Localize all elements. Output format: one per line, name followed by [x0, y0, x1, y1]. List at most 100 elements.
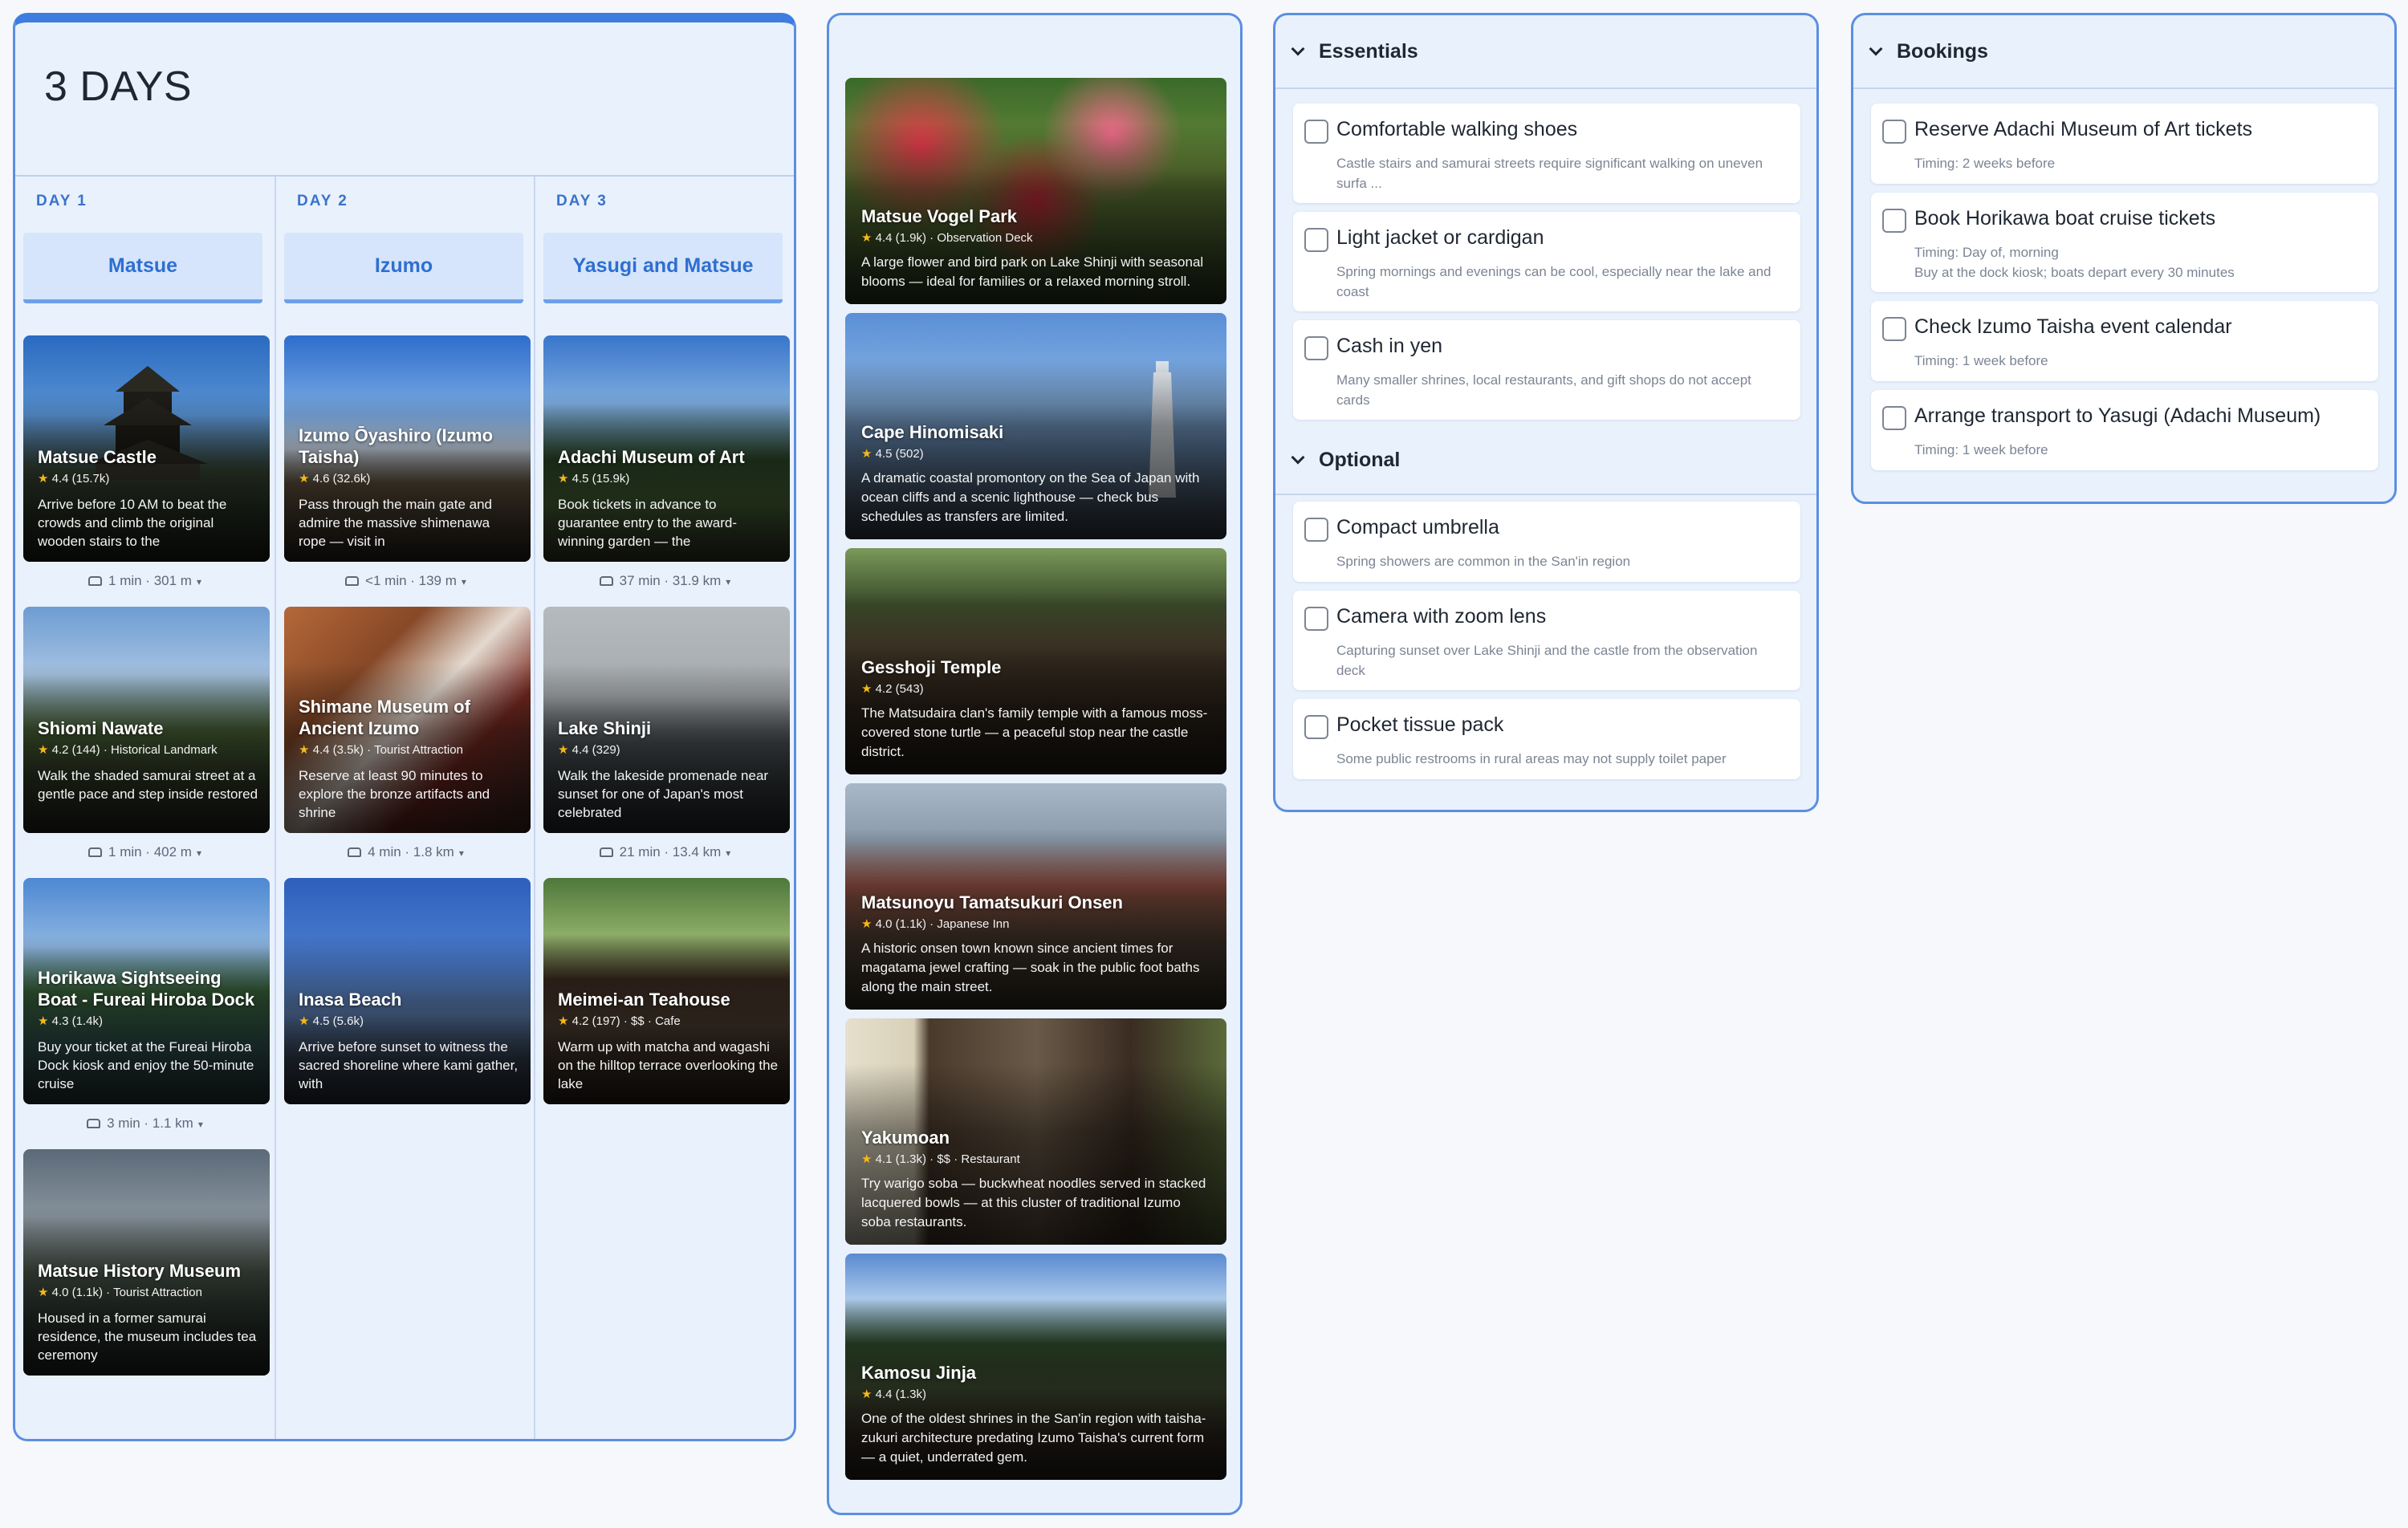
- star-icon: ★: [861, 1152, 872, 1166]
- place-card[interactable]: Shiomi Nawate ★ 4.2 (144) · Historical L…: [23, 607, 270, 833]
- item-note: Timing: 1 week before: [1914, 353, 2048, 368]
- place-info: Horikawa Sightseeing Boat - Fureai Hirob…: [38, 967, 258, 1093]
- place-meta: ★ 4.1 (1.3k) · $$ · Restaurant: [861, 1152, 1020, 1166]
- place-meta: ★ 4.2 (144) · Historical Landmark: [38, 743, 218, 757]
- day-column-1: DAY 1 Matsue Matsue Castle ★ 4.4 (15.7k)…: [15, 177, 275, 1439]
- checkbox[interactable]: [1304, 518, 1328, 542]
- place-meta: ★ 4.4 (1.9k) · Observation Deck: [861, 231, 1033, 245]
- star-icon: ★: [38, 743, 49, 757]
- place-card[interactable]: Inasa Beach ★ 4.5 (5.6k) Arrive before s…: [284, 878, 531, 1104]
- checkbox[interactable]: [1304, 607, 1328, 631]
- checklist-item: Comfortable walking shoes Castle stairs …: [1293, 104, 1800, 203]
- explore-card[interactable]: Matsunoyu Tamatsukuri Onsen ★ 4.0 (1.1k)…: [845, 783, 1226, 1010]
- place-meta: ★ 4.3 (1.4k): [38, 1014, 103, 1028]
- place-desc: A dramatic coastal promontory on the Sea…: [861, 470, 1200, 524]
- place-name: Shiomi Nawate: [38, 718, 164, 738]
- place-name: Gesshoji Temple: [861, 657, 1002, 677]
- place-info: Kamosu Jinja ★ 4.4 (1.3k) One of the old…: [861, 1363, 1212, 1467]
- place-name: Matsue History Museum: [38, 1261, 242, 1281]
- checklist-item: Pocket tissue pack Some public restrooms…: [1293, 699, 1800, 779]
- place-info: Inasa Beach ★ 4.5 (5.6k) Arrive before s…: [299, 989, 519, 1093]
- place-card[interactable]: Shimane Museum of Ancient Izumo ★ 4.4 (3…: [284, 607, 531, 833]
- place-desc: Reserve at least 90 minutes to explore t…: [299, 768, 490, 820]
- car-icon: [599, 576, 613, 586]
- place-card[interactable]: Matsue Castle ★ 4.4 (15.7k) Arrive befor…: [23, 335, 270, 562]
- explore-card[interactable]: Yakumoan ★ 4.1 (1.3k) · $$ · Restaurant …: [845, 1018, 1226, 1245]
- item-title: Check Izumo Taisha event calendar: [1914, 315, 2232, 338]
- checkbox[interactable]: [1882, 209, 1906, 233]
- section-header-optional[interactable]: Optional: [1275, 426, 1816, 495]
- place-meta: ★ 4.4 (329): [558, 743, 620, 757]
- place-card[interactable]: Matsue History Museum ★ 4.0 (1.1k) · Tou…: [23, 1149, 270, 1376]
- city-tab-matsue[interactable]: Matsue: [23, 233, 262, 303]
- checklist-item: Camera with zoom lens Capturing sunset o…: [1293, 591, 1800, 690]
- checklist-item: Light jacket or cardigan Spring mornings…: [1293, 212, 1800, 311]
- place-info: Shimane Museum of Ancient Izumo ★ 4.4 (3…: [299, 696, 519, 822]
- place-card[interactable]: Adachi Museum of Art ★ 4.5 (15.9k) Book …: [543, 335, 790, 562]
- city-tab-izumo[interactable]: Izumo: [284, 233, 523, 303]
- place-card[interactable]: Lake Shinji ★ 4.4 (329) Walk the lakesid…: [543, 607, 790, 833]
- travel-time[interactable]: 1 min · 301 m ▾: [15, 573, 275, 589]
- car-icon: [88, 847, 103, 857]
- item-note: Spring showers are common in the San'in …: [1336, 554, 1631, 569]
- place-card[interactable]: Izumo Ōyashiro (Izumo Taisha) ★ 4.6 (32.…: [284, 335, 531, 562]
- checkbox[interactable]: [1304, 336, 1328, 360]
- place-info: Gesshoji Temple ★ 4.2 (543) The Matsudai…: [861, 657, 1212, 762]
- place-info: Adachi Museum of Art ★ 4.5 (15.9k) Book …: [558, 446, 779, 551]
- chevron-down-icon: ▾: [458, 847, 464, 859]
- checkbox[interactable]: [1304, 715, 1328, 739]
- explore-card[interactable]: Cape Hinomisaki ★ 4.5 (502) A dramatic c…: [845, 313, 1226, 539]
- chevron-down-icon: [1291, 42, 1305, 56]
- star-icon: ★: [299, 743, 310, 757]
- travel-time[interactable]: 37 min · 31.9 km ▾: [535, 573, 794, 589]
- car-icon: [345, 576, 360, 586]
- place-desc: One of the oldest shrines in the San'in …: [861, 1411, 1206, 1465]
- place-meta: ★ 4.0 (1.1k) · Japanese Inn: [861, 917, 1010, 931]
- place-info: Matsue Vogel Park ★ 4.4 (1.9k) · Observa…: [861, 206, 1212, 291]
- explore-card[interactable]: Matsue Vogel Park ★ 4.4 (1.9k) · Observa…: [845, 78, 1226, 304]
- place-desc: Pass through the main gate and admire th…: [299, 497, 492, 549]
- section-header-bookings[interactable]: Bookings: [1853, 15, 2394, 89]
- car-icon: [88, 576, 103, 586]
- item-title: Cash in yen: [1336, 335, 1443, 357]
- travel-time[interactable]: 3 min · 1.1 km ▾: [15, 1116, 275, 1132]
- travel-time[interactable]: 4 min · 1.8 km ▾: [276, 844, 535, 860]
- travel-time[interactable]: <1 min · 139 m ▾: [276, 573, 535, 589]
- place-card[interactable]: Meimei-an Teahouse ★ 4.2 (197) · $$ · Ca…: [543, 878, 790, 1104]
- place-meta: ★ 4.2 (197) · $$ · Cafe: [558, 1014, 681, 1028]
- checkbox[interactable]: [1882, 406, 1906, 430]
- checkbox[interactable]: [1882, 317, 1906, 341]
- bookings-panel: Bookings Reserve Adachi Museum of Art ti…: [1851, 13, 2397, 504]
- booking-item: Book Horikawa boat cruise tickets Timing…: [1871, 193, 2378, 292]
- explore-card[interactable]: Gesshoji Temple ★ 4.2 (543) The Matsudai…: [845, 548, 1226, 774]
- place-meta: ★ 4.5 (15.9k): [558, 472, 630, 486]
- place-card[interactable]: Horikawa Sightseeing Boat - Fureai Hirob…: [23, 878, 270, 1104]
- booking-item: Check Izumo Taisha event calendar Timing…: [1871, 301, 2378, 381]
- car-icon: [87, 1119, 101, 1128]
- day-label: DAY 1: [36, 193, 87, 209]
- place-desc: The Matsudaira clan's family temple with…: [861, 705, 1208, 759]
- travel-time[interactable]: 21 min · 13.4 km ▾: [535, 844, 794, 860]
- place-name: Lake Shinji: [558, 718, 652, 738]
- star-icon: ★: [38, 472, 49, 486]
- checklist-item: Compact umbrella Spring showers are comm…: [1293, 502, 1800, 582]
- section-header-essentials[interactable]: Essentials: [1275, 15, 1816, 89]
- place-name: Matsunoyu Tamatsukuri Onsen: [861, 892, 1123, 912]
- checklist-item: Cash in yen Many smaller shrines, local …: [1293, 320, 1800, 420]
- place-desc: Housed in a former samurai residence, th…: [38, 1311, 257, 1363]
- checkbox[interactable]: [1304, 228, 1328, 252]
- explore-card[interactable]: Kamosu Jinja ★ 4.4 (1.3k) One of the old…: [845, 1254, 1226, 1480]
- item-title: Comfortable walking shoes: [1336, 118, 1578, 140]
- place-meta: ★ 4.0 (1.1k) · Tourist Attraction: [38, 1286, 202, 1299]
- place-meta: ★ 4.4 (1.3k): [861, 1388, 926, 1401]
- star-icon: ★: [38, 1286, 49, 1299]
- checkbox[interactable]: [1304, 120, 1328, 144]
- star-icon: ★: [38, 1014, 49, 1028]
- item-note: Timing: 1 week before: [1914, 442, 2048, 457]
- city-tab-yasugi-matsue[interactable]: Yasugi and Matsue: [543, 233, 783, 303]
- place-name: Kamosu Jinja: [861, 1363, 977, 1383]
- place-meta: ★ 4.2 (543): [861, 682, 924, 696]
- place-name: Yakumoan: [861, 1128, 950, 1148]
- checkbox[interactable]: [1882, 120, 1906, 144]
- travel-time[interactable]: 1 min · 402 m ▾: [15, 844, 275, 860]
